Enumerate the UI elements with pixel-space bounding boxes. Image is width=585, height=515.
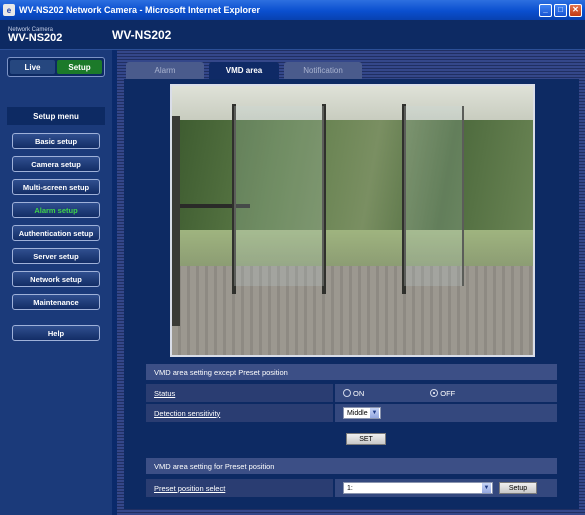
menu-alarm-setup[interactable]: Alarm setup (12, 202, 100, 218)
window-title: WV-NS202 Network Camera - Microsoft Inte… (19, 5, 261, 15)
menu-server-setup[interactable]: Server setup (12, 248, 100, 264)
status-on-radio[interactable] (343, 389, 351, 397)
menu-multi-screen-setup[interactable]: Multi-screen setup (12, 179, 100, 195)
tab-vmd-area[interactable]: VMD area (209, 62, 279, 79)
mode-switch: Live Setup (7, 57, 105, 77)
brand: Network Camera WV-NS202 (0, 27, 112, 44)
sensitivity-value: Middle (347, 409, 368, 417)
sensitivity-label[interactable]: Detection sensitivity (146, 404, 333, 422)
minimize-button[interactable]: _ (539, 3, 552, 17)
setup-menu-title: Setup menu (7, 107, 105, 125)
sensitivity-select[interactable]: Middle ▼ (343, 407, 381, 419)
ie-icon: e (3, 4, 15, 16)
preset-value: 1: (347, 484, 353, 492)
status-on-label: ON (353, 388, 365, 398)
tab-notification[interactable]: Notification (284, 62, 362, 79)
brand-model: WV-NS202 (8, 31, 63, 44)
sidebar: Live Setup Setup menu Basic setup Camera… (0, 50, 112, 515)
status-off-label: OFF (440, 388, 456, 398)
menu-basic-setup[interactable]: Basic setup (12, 133, 100, 149)
vmd-preset-header: VMD area setting for Preset position (146, 458, 557, 474)
live-button[interactable]: Live (10, 60, 55, 74)
vmd-except-header: VMD area setting except Preset position (146, 364, 557, 380)
preset-row: Preset position select 1: ▼ Setup (146, 479, 557, 497)
menu-camera-setup[interactable]: Camera setup (12, 156, 100, 172)
preset-setup-button[interactable]: Setup (499, 482, 537, 494)
status-off-radio[interactable] (430, 389, 439, 397)
menu-maintenance[interactable]: Maintenance (12, 294, 100, 310)
menu-authentication-setup[interactable]: Authentication setup (12, 225, 100, 241)
tab-alarm[interactable]: Alarm (126, 62, 204, 79)
chevron-down-icon: ▼ (482, 483, 491, 493)
page-header: Network Camera WV-NS202 WV-NS202 (0, 20, 585, 50)
status-row: Status ON OFF (146, 384, 557, 402)
maximize-button[interactable]: □ (554, 3, 567, 17)
help-button[interactable]: Help (12, 325, 100, 341)
status-label[interactable]: Status (146, 384, 333, 402)
set-button[interactable]: SET (346, 433, 386, 445)
preset-label[interactable]: Preset position select (146, 479, 333, 497)
sensitivity-row: Detection sensitivity Middle ▼ (146, 404, 557, 422)
page-title: WV-NS202 (112, 27, 172, 42)
camera-image[interactable] (170, 84, 535, 357)
menu-network-setup[interactable]: Network setup (12, 271, 100, 287)
chevron-down-icon: ▼ (370, 408, 379, 418)
setup-button[interactable]: Setup (57, 60, 102, 74)
window-titlebar: e WV-NS202 Network Camera - Microsoft In… (0, 0, 585, 20)
close-button[interactable]: ✕ (569, 3, 582, 17)
preset-select[interactable]: 1: ▼ (343, 482, 493, 494)
